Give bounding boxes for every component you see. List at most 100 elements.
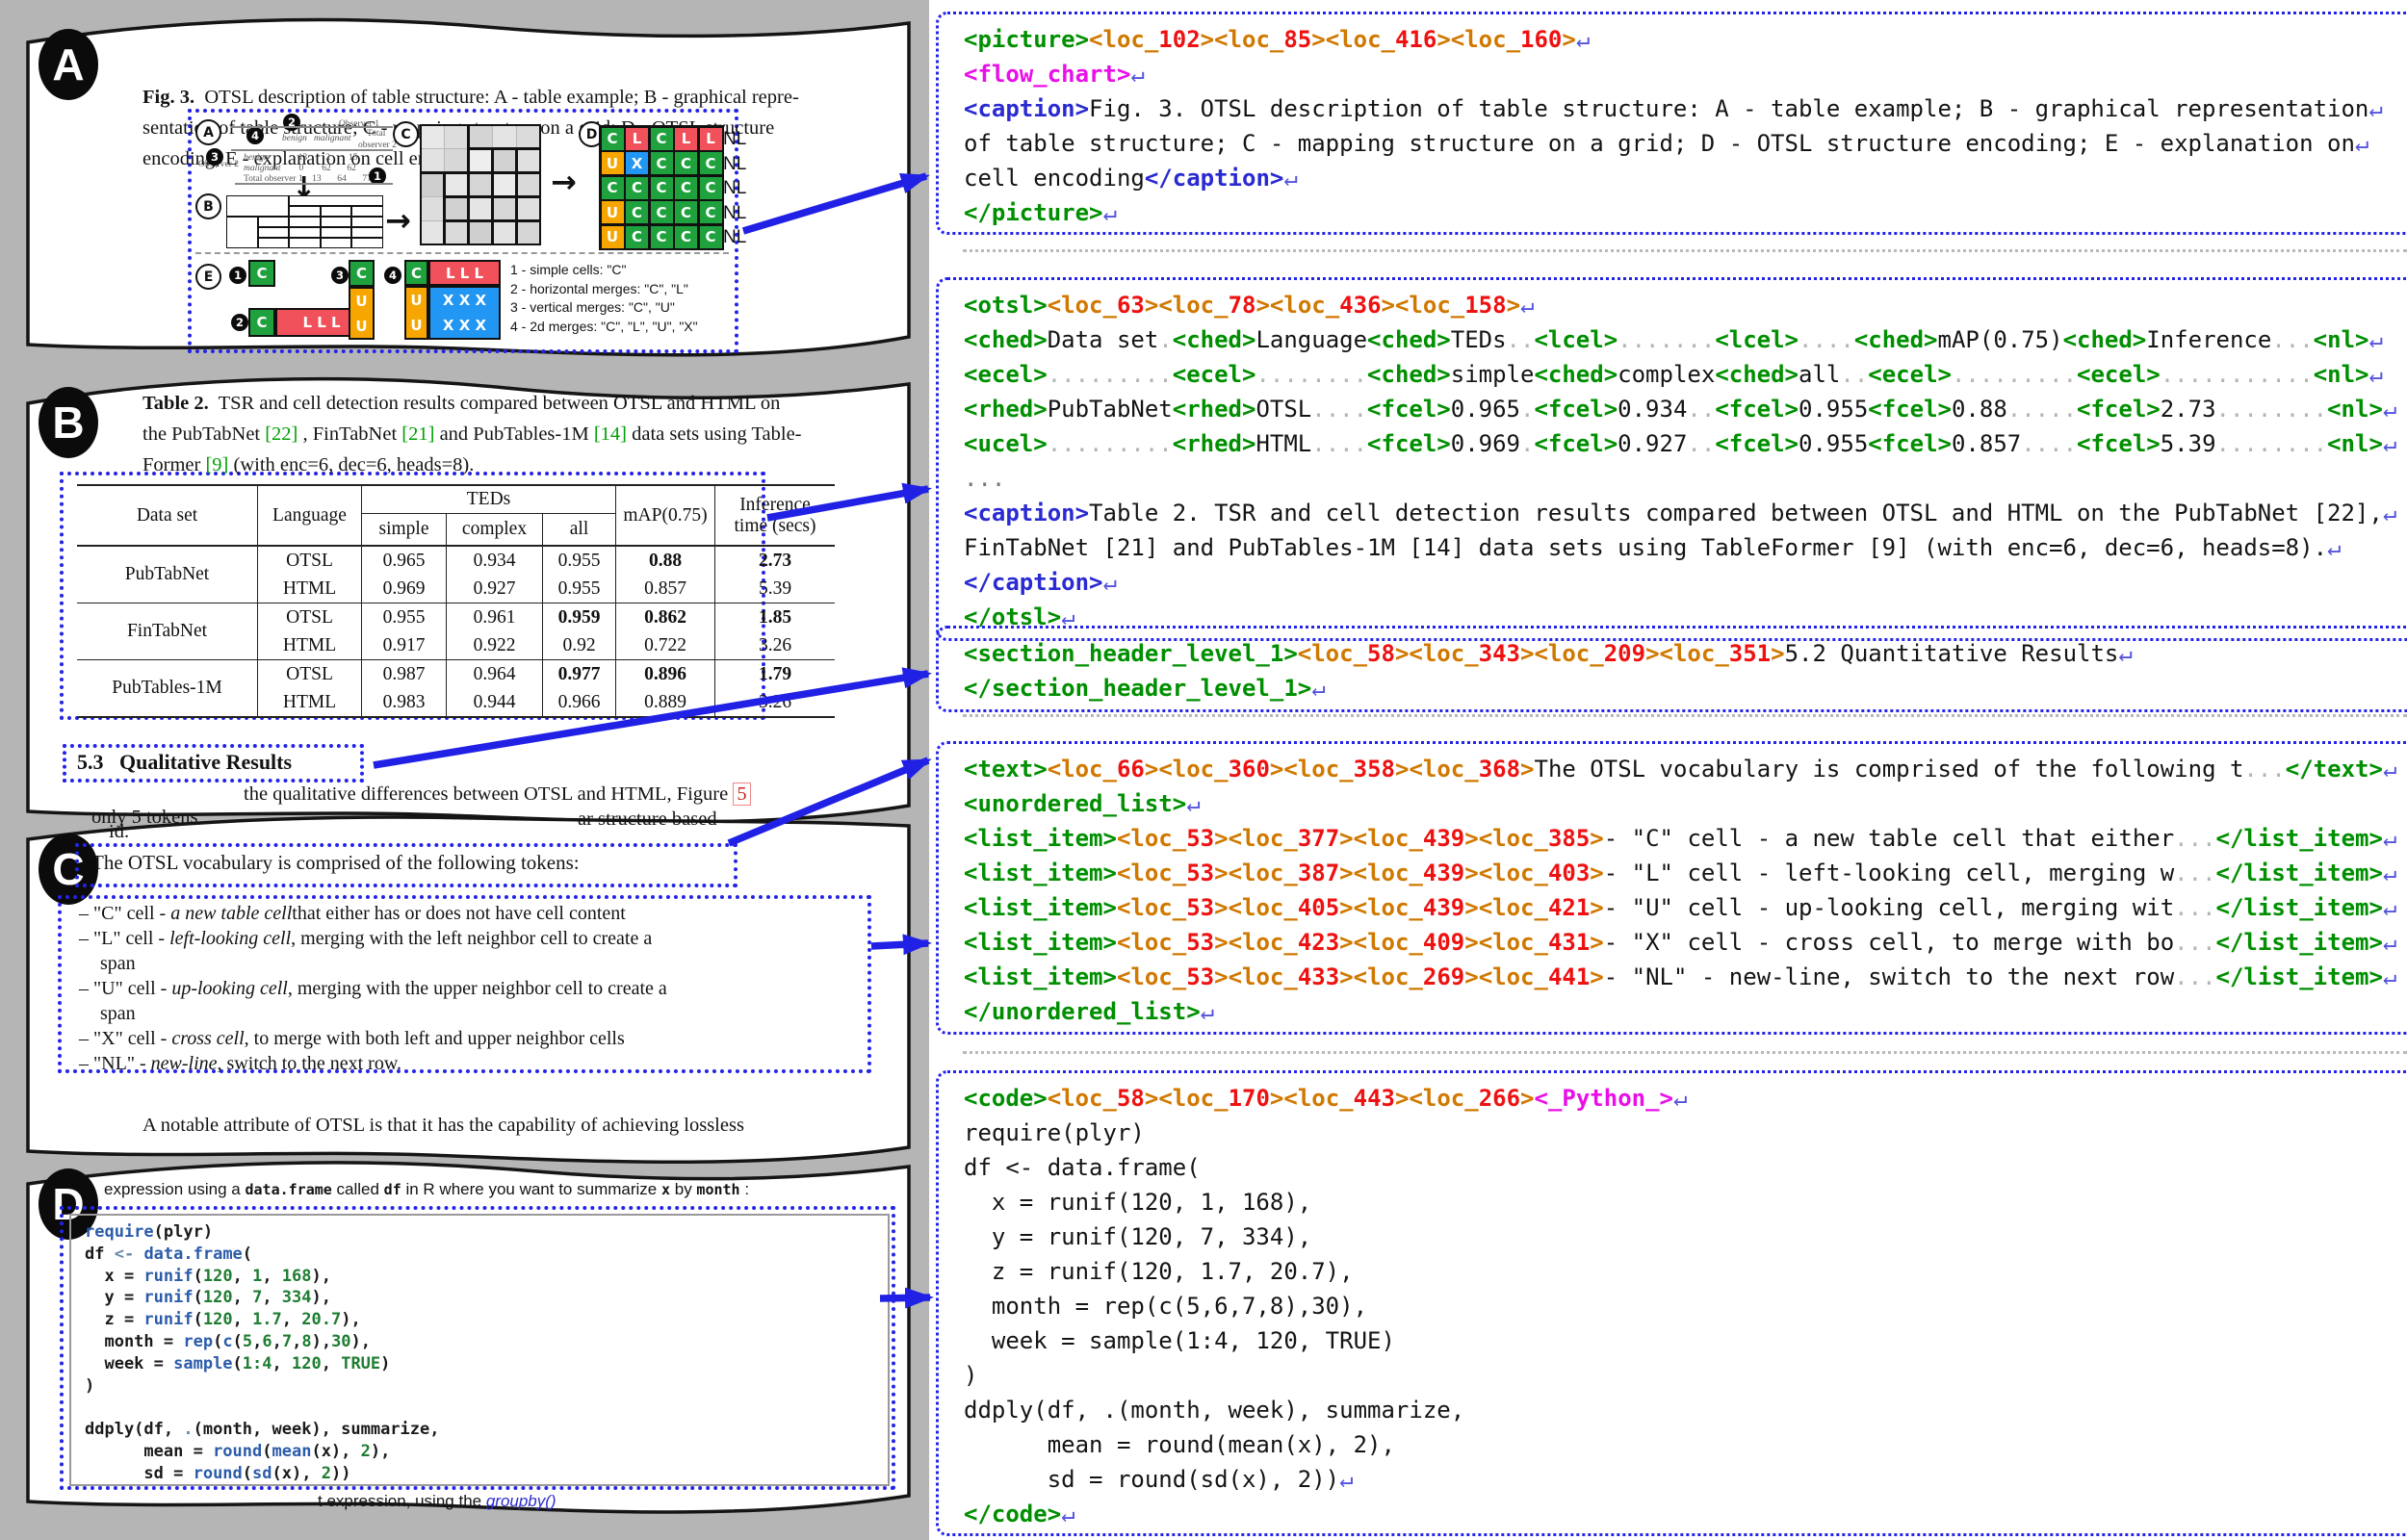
table-cell: Data set <box>77 485 258 546</box>
text-segment: ar structure based <box>578 808 717 830</box>
text-segment: Table 2. <box>142 393 209 414</box>
loc-token: 266 <box>1479 1085 1520 1112</box>
loc-token: > <box>1590 963 1603 990</box>
text-segment: – "C" cell - <box>79 903 170 924</box>
text-segment: </list_item> <box>2216 929 2383 956</box>
text-segment: by <box>675 1180 697 1198</box>
text-segment: only 5 tokens <box>91 807 197 828</box>
grid-cell-U: U <box>602 226 624 248</box>
text-segment: .. <box>1507 326 1535 353</box>
text-segment: <ecel> <box>2077 361 2161 388</box>
tinytable-rule-mid <box>231 149 393 151</box>
table-cell: 0.961 <box>447 603 543 632</box>
text-segment: , switch to the next row. <box>218 1053 401 1074</box>
table-cell: simple <box>362 514 447 547</box>
text-segment: 0.965 <box>1451 396 1520 423</box>
grid-region <box>492 148 517 173</box>
loc-token: 403 <box>1548 860 1590 886</box>
text-segment: ........ <box>2216 430 2328 457</box>
right-separator-2 <box>963 714 2407 717</box>
annotation-line: <code><loc_58><loc_170><loc_443><loc_266… <box>964 1081 2407 1116</box>
text-segment: <list_item> <box>964 929 1117 956</box>
text-segment: ........... <box>2161 361 2314 388</box>
table-cell: all <box>543 514 616 547</box>
text-segment: <code> <box>964 1085 1048 1112</box>
table-cell: Language <box>258 485 362 546</box>
loc-token: 53 <box>1186 825 1214 852</box>
tinytable-r1: benign 13 2 15 <box>244 153 357 163</box>
text-segment: <fcel> <box>1534 396 1618 423</box>
fragB-2: only 5 tokens <box>91 807 197 829</box>
loc-token: 66 <box>1117 756 1145 783</box>
loc-token: 439 <box>1423 860 1464 886</box>
text-segment: cross cell <box>171 1028 244 1049</box>
loc-token: <loc_ <box>1214 26 1283 53</box>
panelD-header: expression using a data.frame called df … <box>104 1180 749 1199</box>
annotation-line: <unordered_list>↵ <box>964 786 2407 821</box>
text-segment: 0.955 <box>1799 396 1868 423</box>
table-cell: complex <box>447 514 543 547</box>
text-segment: . <box>1520 430 1534 457</box>
text-segment: A notable attribute of OTSL is that it h… <box>142 1115 744 1136</box>
example-cell-C: C <box>349 260 375 287</box>
table-cell: 0.955 <box>543 575 616 603</box>
text-segment: </caption> <box>964 569 1103 596</box>
return-glyph: ↵ <box>1673 1085 1687 1112</box>
text-segment: <fcel> <box>2077 430 2161 457</box>
code-block: <code><loc_58><loc_170><loc_443><loc_266… <box>936 1070 2407 1536</box>
table-cell: 0.917 <box>362 631 447 660</box>
grid-cell-C: C <box>700 226 722 248</box>
tabB-caption-1: Table 2. TSR and cell detection results … <box>142 393 780 415</box>
text-segment: <nl> <box>2314 326 2369 353</box>
table-cell: 5.39 <box>715 575 836 603</box>
return-glyph: ↵ <box>1130 61 1144 88</box>
loc-token: > <box>1255 292 1269 319</box>
text-segment: groupby() <box>486 1492 556 1510</box>
loc-token: > <box>1464 825 1478 852</box>
legend-line: 4 - 2d merges: "C", "L", "U", "X" <box>510 319 698 334</box>
text-segment: .... <box>2021 430 2077 457</box>
grid-region <box>420 172 445 245</box>
loc-token: 53 <box>1186 963 1214 990</box>
table-cell: 0.927 <box>447 575 543 603</box>
tinytable-h3: Total <box>367 129 385 139</box>
tabB-caption-3: Former [9] (with enc=6, dec=6, heads=8). <box>142 454 474 476</box>
text-segment: <fcel> <box>1868 430 1952 457</box>
loc-token: <loc_ <box>1451 26 1520 53</box>
text-segment: Data set <box>1048 326 1159 353</box>
grid-cell-C: C <box>602 177 624 199</box>
text-segment: .. <box>1687 430 1715 457</box>
loc-token: > <box>1436 26 1450 53</box>
fragC-after: A notable attribute of OTSL is that it h… <box>142 1115 744 1137</box>
loc-token: > <box>1507 292 1520 319</box>
loc-token: <loc_ <box>1395 292 1464 319</box>
text-segment: ... <box>2243 756 2285 783</box>
panel-letter-B: B <box>39 387 98 458</box>
loc-token: <loc_ <box>1158 756 1228 783</box>
annotation-line: week = sample(1:4, 120, TRUE) <box>964 1323 2407 1358</box>
table-cell: PubTabNet <box>77 546 258 603</box>
table-cell: PubTables-1M <box>77 660 258 718</box>
number-badge-3: 3 <box>206 148 223 166</box>
grid-cell-C: C <box>626 201 648 223</box>
text-segment: week = sample(1:4, 120, TRUE) <box>964 1327 1395 1354</box>
loc-token: 441 <box>1548 963 1590 990</box>
grid-region <box>468 220 493 245</box>
text-segment: The OTSL vocabulary is comprised of the … <box>1535 756 2244 783</box>
loc-token: <loc_ <box>1354 825 1423 852</box>
table-cell: 0.987 <box>362 660 447 689</box>
text-segment: , merging with the upper neighbor cell t… <box>288 978 667 999</box>
loc-token: <loc_ <box>1479 860 1548 886</box>
loc-token: 439 <box>1423 825 1464 852</box>
text-segment: </list_item> <box>2216 860 2383 886</box>
annotation-line: <caption>Fig. 3. OTSL description of tab… <box>964 91 2407 126</box>
text-segment: <nl> <box>2314 361 2369 388</box>
text-segment: <ched> <box>1367 326 1451 353</box>
wireframe-region <box>321 206 352 217</box>
text-segment: <lcel> <box>1534 326 1618 353</box>
text-segment: <nl> <box>2327 430 2383 457</box>
table-cell: 2.73 <box>715 546 836 575</box>
tinytable-rule-bottom <box>235 183 393 185</box>
text-segment: The OTSL vocabulary is comprised of the … <box>91 851 580 874</box>
table-cell: OTSL <box>258 603 362 632</box>
